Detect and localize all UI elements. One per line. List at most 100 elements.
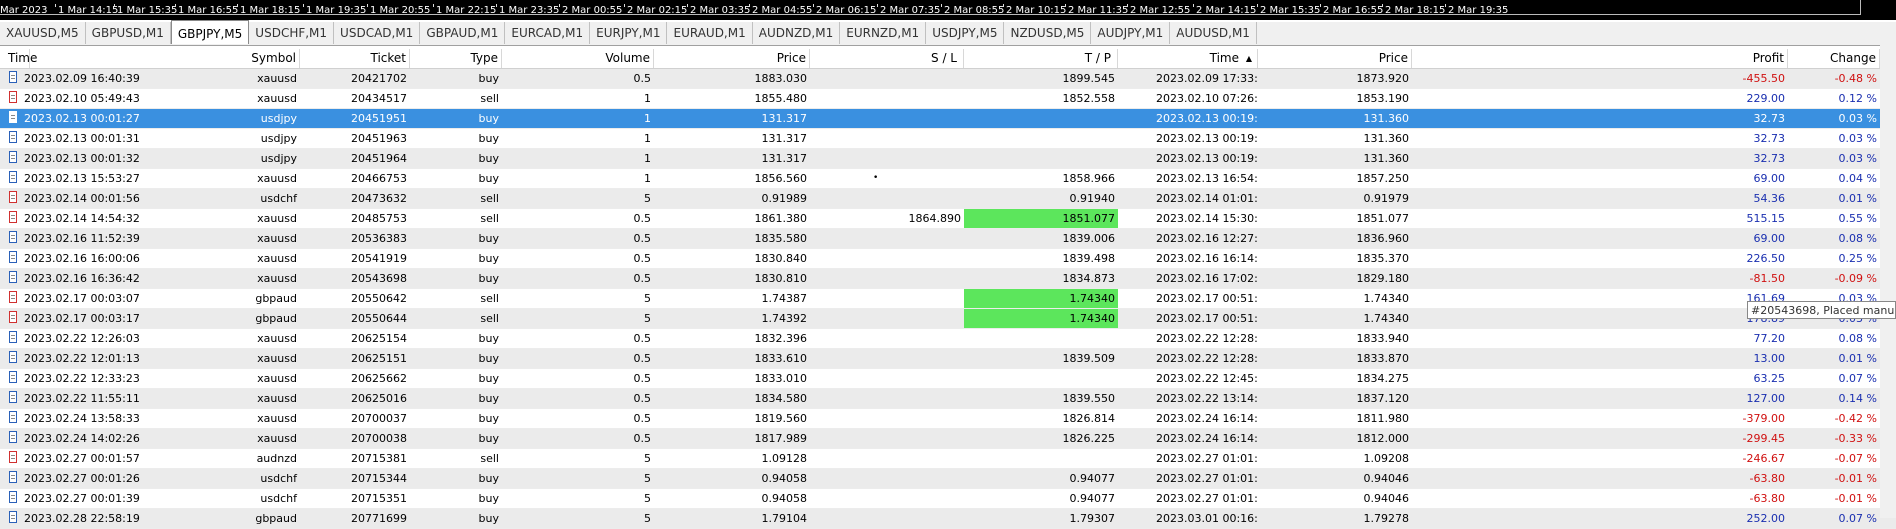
cell-time: 2023.02.10 05:49:43 [24, 92, 140, 105]
cell-change: -0.42 % [1834, 412, 1877, 425]
cell-profit: 32.73 [1753, 132, 1786, 145]
table-row[interactable]: 2023.02.14 14:54:32 xauusd 20485753 sell 0.5… [0, 209, 1896, 229]
table-row[interactable]: 2023.02.24 13:58:33 xauusd 20700037 buy 0.5 1… [0, 409, 1896, 429]
cell-volume: 0.5 [633, 332, 652, 345]
cell-time: 2023.02.14 00:01:56 [24, 192, 140, 205]
tab-usdjpy-m5[interactable]: USDJPY,M5 [926, 22, 1005, 44]
cell-volume: 0.5 [633, 352, 652, 365]
cell-close-time: 2023.02.24 16:14:21 [1156, 412, 1258, 425]
table-row[interactable]: 2023.02.22 12:33:23 xauusd 20625662 buy 0.5 1… [0, 369, 1896, 389]
cell-change: -0.33 % [1834, 432, 1877, 445]
cell-close-price: 1837.120 [1356, 392, 1410, 405]
table-row[interactable]: 2023.02.17 00:03:07 gbpaud 20550642 sell 5 1.… [0, 289, 1896, 309]
cell-price: 1.74387 [761, 292, 808, 305]
tab-nzdusd-m5[interactable]: NZDUSD,M5 [1004, 22, 1092, 44]
axis-label: 2 Mar 12:55 [1130, 5, 1191, 16]
cell-volume: 0.5 [633, 432, 652, 445]
cell-profit: 13.00 [1753, 352, 1786, 365]
cell-symbol: usdjpy [260, 132, 297, 145]
table-row[interactable]: 2023.02.13 15:53:27 xauusd 20466753 buy 1 185… [0, 169, 1896, 189]
cell-type: buy [478, 352, 499, 365]
cell-close-time: 2023.02.27 01:01:53 [1156, 492, 1258, 505]
col-profit[interactable]: Profit [1412, 49, 1788, 68]
tab-gbpusd-m1[interactable]: GBPUSD,M1 [86, 22, 171, 44]
col-ticket[interactable]: Ticket [300, 49, 410, 68]
col-symbol[interactable]: Symbol [150, 49, 300, 68]
axis-label: 1 Mar 16:55 [178, 5, 239, 16]
order-tooltip: #20543698, Placed manually [1747, 301, 1896, 319]
table-row[interactable]: 2023.02.13 00:01:32 usdjpy 20451964 buy 1 131… [0, 149, 1896, 169]
cell-tp: 1839.006 [1062, 232, 1116, 245]
cell-change: 0.25 % [1838, 252, 1877, 265]
cell-sl [810, 269, 964, 288]
cell-sl [810, 389, 964, 408]
table-row[interactable]: 2023.02.13 00:01:31 usdjpy 20451963 buy 1 131… [0, 129, 1896, 149]
cell-volume: 5 [644, 472, 651, 485]
buy-order-icon [9, 271, 17, 283]
axis-label: 1 Mar 14:15 [58, 5, 119, 16]
tab-usdchf-m1[interactable]: USDCHF,M1 [249, 22, 335, 44]
cell-close-time: 2023.02.13 16:54:35 [1156, 172, 1258, 185]
axis-tick [303, 4, 304, 7]
table-row[interactable]: 2023.02.27 00:01:26 usdchf 20715344 buy 5 0.9… [0, 469, 1896, 489]
tab-gbpjpy-m5[interactable]: GBPJPY,M5 [170, 20, 250, 44]
cell-profit: 178.89 [1412, 309, 1788, 328]
table-row[interactable]: 2023.02.27 00:01:39 usdchf 20715351 buy 5 0.9… [0, 489, 1896, 509]
table-row[interactable]: 2023.02.09 16:40:39 xauusd 20421702 buy 0.5 1… [0, 69, 1896, 89]
cell-sl [810, 309, 964, 328]
cell-volume: 5 [644, 512, 651, 525]
tab-gbpaud-m1[interactable]: GBPAUD,M1 [420, 22, 506, 44]
col-price[interactable]: Price [654, 49, 810, 68]
col-sl[interactable]: S / L [810, 49, 964, 68]
cell-tp [964, 149, 1118, 168]
col-tp[interactable]: T / P [964, 49, 1118, 68]
cell-tp: 1839.498 [1062, 252, 1116, 265]
col-volume[interactable]: Volume [502, 49, 654, 68]
tab-usdcad-m1[interactable]: USDCAD,M1 [334, 22, 421, 44]
table-row[interactable]: 2023.02.14 00:01:56 usdchf 20473632 sell 5 0.… [0, 189, 1896, 209]
tab-eurnzd-m1[interactable]: EURNZD,M1 [840, 22, 927, 44]
axis-label: 1 Mar 22:15 [436, 5, 497, 16]
cell-profit: 127.00 [1746, 392, 1786, 405]
table-row[interactable]: 2023.02.28 22:58:19 gbpaud 20771699 buy 5 1.7… [0, 509, 1896, 529]
table-row[interactable]: 2023.02.17 00:03:17 gbpaud 20550644 sell 5 1.… [0, 309, 1896, 329]
table-row[interactable]: 2023.02.22 12:01:13 xauusd 20625151 buy 0.5 1… [0, 349, 1896, 369]
col-close-price[interactable]: Price [1258, 49, 1412, 68]
axis-tick [559, 4, 560, 7]
cell-profit: -299.45 [1742, 432, 1785, 445]
cell-close-price: 131.360 [1363, 112, 1410, 125]
table-row[interactable]: 2023.02.24 14:02:26 xauusd 20700038 buy 0.5 1… [0, 429, 1896, 449]
col-change[interactable]: Change [1788, 49, 1880, 68]
table-row[interactable]: 2023.02.10 05:49:43 xauusd 20434517 sell 1 18… [0, 89, 1896, 109]
cell-price: 131.317 [761, 112, 808, 125]
tab-eurjpy-m1[interactable]: EURJPY,M1 [590, 22, 668, 44]
col-type[interactable]: Type [410, 49, 502, 68]
col-close-time[interactable]: Time ▲ [1118, 49, 1258, 68]
cell-sl [810, 109, 964, 128]
vertical-scrollbar[interactable] [1880, 45, 1896, 518]
cell-type: sell [480, 292, 499, 305]
tab-eurcad-m1[interactable]: EURCAD,M1 [505, 22, 591, 44]
tab-xauusd-m5[interactable]: XAUUSD,M5 [0, 22, 86, 44]
tab-audnzd-m1[interactable]: AUDNZD,M1 [753, 22, 841, 44]
table-row[interactable]: 2023.02.16 16:00:06 xauusd 20541919 buy 0.5 1… [0, 249, 1896, 269]
table-row[interactable]: 2023.02.22 11:55:11 xauusd 20625016 buy 0.5 1… [0, 389, 1896, 409]
tab-audusd-m1[interactable]: AUDUSD,M1 [1170, 22, 1257, 44]
buy-order-icon [9, 351, 17, 363]
buy-order-icon [9, 231, 17, 243]
table-row[interactable]: 2023.02.16 11:52:39 xauusd 20536383 buy 0.5 1… [0, 229, 1896, 249]
cell-sl [810, 409, 964, 428]
table-row[interactable]: 2023.02.13 00:01:27 usdjpy 20451951 buy 1 131… [0, 109, 1896, 129]
table-body: 2023.02.09 16:40:39 xauusd 20421702 buy 0.5 1… [0, 69, 1896, 529]
table-row[interactable]: 2023.02.22 12:26:03 xauusd 20625154 buy 0.5 1… [0, 329, 1896, 349]
cell-change: -0.07 % [1834, 452, 1877, 465]
tab-euraud-m1[interactable]: EURAUD,M1 [667, 22, 753, 44]
cell-volume: 0.5 [633, 252, 652, 265]
tab-audjpy-m1[interactable]: AUDJPY,M1 [1091, 22, 1171, 44]
table-row[interactable]: 2023.02.16 16:36:42 xauusd 20543698 buy 0.5 1… [0, 269, 1896, 289]
col-time[interactable]: Time [5, 49, 150, 68]
buy-order-icon [9, 431, 17, 443]
cell-price: 131.317 [761, 152, 808, 165]
table-row[interactable]: 2023.02.27 00:01:57 audnzd 20715381 sell 5 1.… [0, 449, 1896, 469]
axis-tick [1127, 4, 1128, 7]
